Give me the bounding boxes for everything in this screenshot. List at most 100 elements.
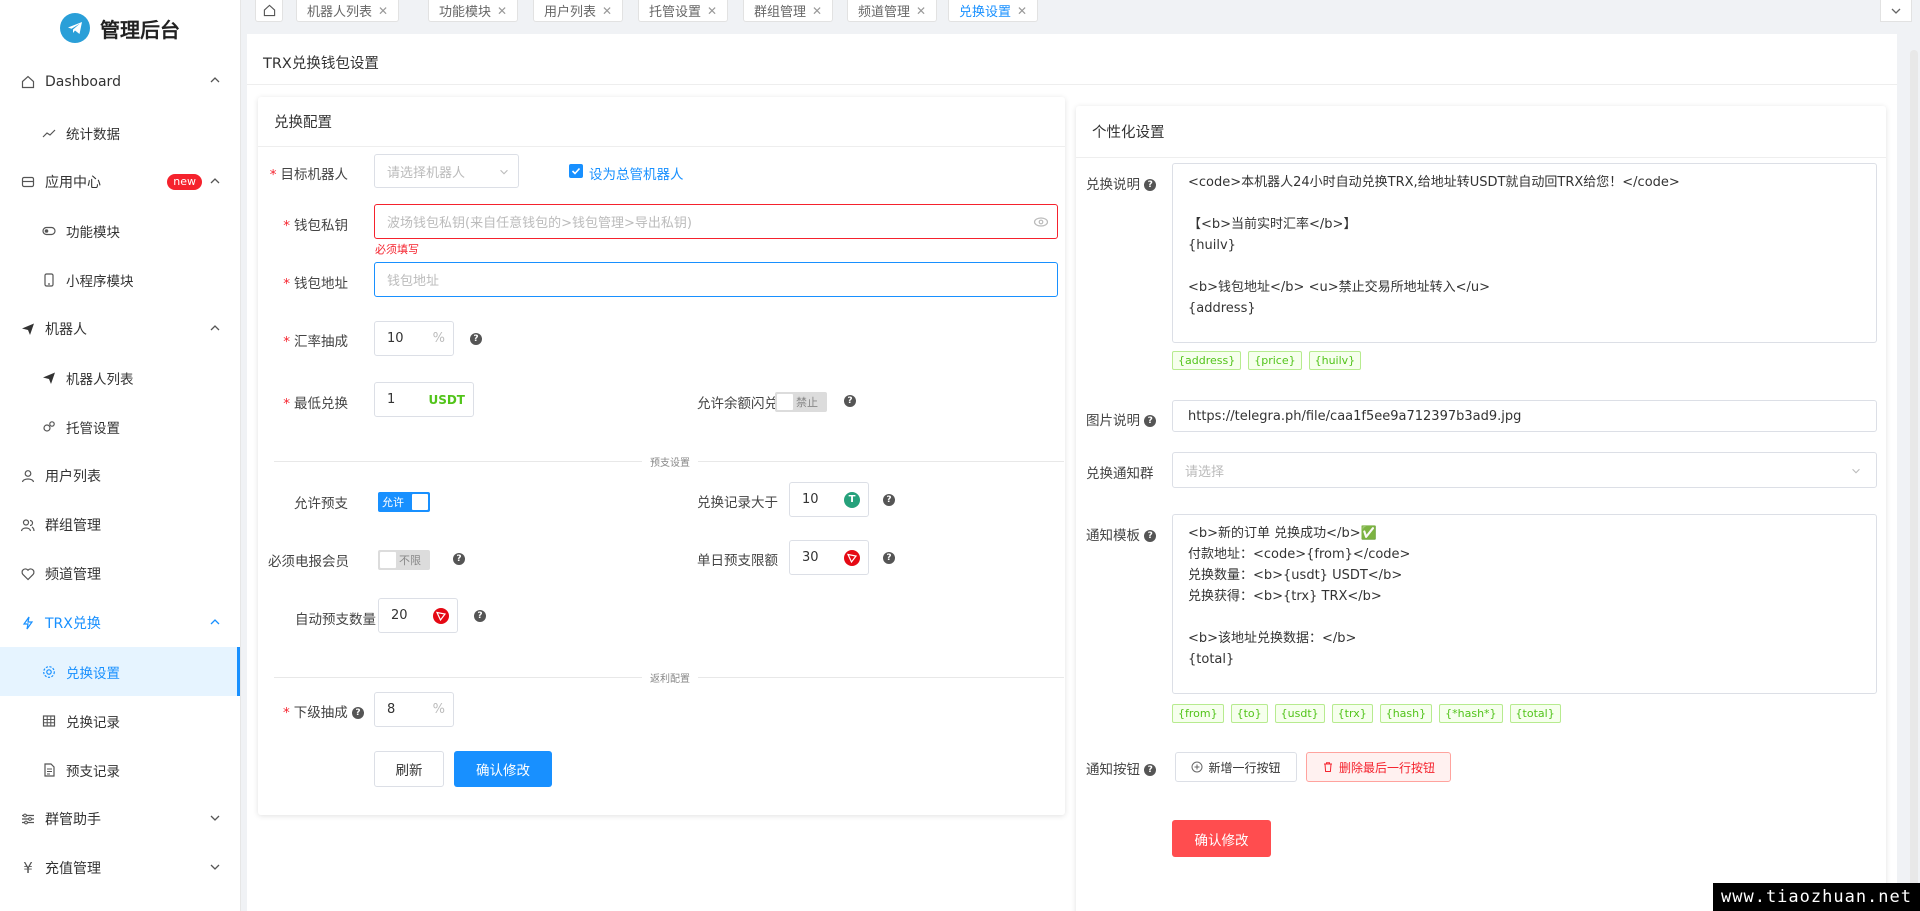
gears-icon xyxy=(41,419,57,435)
sidebar-item-stats[interactable]: 统计数据 xyxy=(0,108,240,157)
help-icon[interactable]: ? xyxy=(844,395,856,407)
variable-tag[interactable]: {hash} xyxy=(1379,704,1433,723)
records-gt-input[interactable]: 10 T xyxy=(789,482,869,517)
auto-advance-input[interactable]: 20 xyxy=(378,598,458,633)
sidebar-item-label: 功能模块 xyxy=(66,224,120,241)
desc-textarea[interactable]: <code>本机器人24小时自动兑换TRX,给地址转USDT就自动回TRX给您！… xyxy=(1172,163,1877,343)
tab-modules[interactable]: 功能模块 ✕ xyxy=(428,0,519,22)
tab-hosting[interactable]: 托管设置 ✕ xyxy=(638,0,729,22)
template-textarea[interactable]: <b>新的订单 兑换成功</b>✅ 付款地址：<code>{from}</cod… xyxy=(1172,514,1877,694)
tab-users[interactable]: 用户列表 ✕ xyxy=(533,0,624,22)
sidebar-item-dashboard[interactable]: Dashboard xyxy=(0,56,240,108)
premium-switch[interactable]: 不限 xyxy=(378,550,430,570)
sidebar-item-exchange-settings[interactable]: 兑换设置 xyxy=(0,647,240,696)
sidebar-item-recharge[interactable]: ¥ 充值管理 xyxy=(0,843,240,892)
close-icon[interactable]: ✕ xyxy=(378,4,388,18)
sidebar-item-bot-list[interactable]: 机器人列表 xyxy=(0,353,240,402)
sub-rate-input[interactable]: 8% xyxy=(374,692,454,727)
scrollbar[interactable] xyxy=(1910,50,1918,903)
tab-exchange-settings[interactable]: 兑换设置 ✕ xyxy=(948,0,1039,22)
chevron-down-icon xyxy=(1891,8,1901,14)
daily-limit-input[interactable]: 30 xyxy=(789,540,869,575)
refresh-button[interactable]: 刷新 xyxy=(374,751,444,787)
sidebar-item-users[interactable]: 用户列表 xyxy=(0,451,240,500)
chevron-down-icon xyxy=(210,815,220,821)
eye-icon[interactable] xyxy=(1033,214,1049,230)
sidebar-item-modules[interactable]: 功能模块 xyxy=(0,206,240,255)
document-icon xyxy=(41,762,57,778)
variable-tag[interactable]: {to} xyxy=(1230,704,1268,723)
variable-tag[interactable]: {price} xyxy=(1248,351,1302,370)
master-bot-label[interactable]: 设为总管机器人 xyxy=(589,163,684,183)
variable-tag[interactable]: {from} xyxy=(1172,704,1224,723)
delete-row-button[interactable]: 删除最后一行按钮 xyxy=(1306,752,1451,782)
address-input[interactable]: 钱包地址 xyxy=(374,262,1058,297)
private-key-input[interactable]: 波场钱包私钥(来自任意钱包的>钱包管理>导出私钥) xyxy=(374,204,1058,239)
notify-group-select[interactable]: 请选择 xyxy=(1172,452,1877,488)
sidebar-item-exchange-records[interactable]: 兑换记录 xyxy=(0,696,240,745)
help-icon[interactable]: ? xyxy=(1144,530,1157,542)
close-icon[interactable]: ✕ xyxy=(1017,4,1027,18)
template-tags: {from} {to} {usdt} {trx} {hash} {*hash*} {tota… xyxy=(1172,704,1568,723)
tab-bot-list[interactable]: 机器人列表 ✕ xyxy=(296,0,400,22)
logo[interactable]: 管理后台 xyxy=(0,0,240,56)
switch-knob xyxy=(412,494,428,510)
master-bot-checkbox[interactable] xyxy=(569,164,583,178)
auto-advance-label: 自动预支数量 xyxy=(295,612,376,628)
tabs-dropdown[interactable] xyxy=(1880,0,1912,22)
tab-channels[interactable]: 频道管理 ✕ xyxy=(847,0,938,22)
image-url-input[interactable]: https://telegra.ph/file/caa1f5ee9a712397… xyxy=(1172,400,1877,432)
variable-tag[interactable]: {*hash*} xyxy=(1439,704,1503,723)
exchange-config-card: 兑换配置 * 目标机器人 请选择机器人 设为总管机器人 * 钱包私钥 波场钱包私钥(… xyxy=(258,97,1065,815)
help-icon[interactable]: ? xyxy=(883,552,895,564)
confirm-button[interactable]: 确认修改 xyxy=(454,751,552,787)
min-exchange-input[interactable]: 1 USDT xyxy=(374,382,474,417)
tab-groups[interactable]: 群组管理 ✕ xyxy=(743,0,834,22)
send-icon xyxy=(20,321,36,337)
variable-tag[interactable]: {usdt} xyxy=(1274,704,1325,723)
desc-tags: {address} {price} {huilv} xyxy=(1172,351,1368,370)
sidebar-item-label: 小程序模块 xyxy=(66,273,134,290)
help-icon[interactable]: ? xyxy=(470,333,482,345)
help-icon[interactable]: ? xyxy=(474,610,486,622)
trash-icon xyxy=(1323,762,1332,772)
tab-home[interactable] xyxy=(255,0,283,22)
add-row-button[interactable]: 新增一行按钮 xyxy=(1175,752,1297,782)
sidebar-item-hosting[interactable]: 托管设置 xyxy=(0,402,240,451)
close-icon[interactable]: ✕ xyxy=(916,4,926,18)
tab-label: 用户列表 xyxy=(544,5,597,20)
sidebar-item-trx[interactable]: TRX兑换 xyxy=(0,598,240,647)
allow-advance-switch[interactable]: 允许 xyxy=(378,492,430,512)
variable-tag[interactable]: {address} xyxy=(1172,351,1242,370)
close-icon[interactable]: ✕ xyxy=(707,4,717,18)
help-icon[interactable]: ? xyxy=(352,707,364,719)
switch-knob xyxy=(777,394,793,410)
sidebar-item-group-assistant[interactable]: 群管助手 xyxy=(0,794,240,843)
sidebar-item-advance-records[interactable]: 预支记录 xyxy=(0,745,240,794)
sidebar-item-groups[interactable]: 群组管理 xyxy=(0,500,240,549)
page-container: TRX兑换钱包设置 兑换配置 * 目标机器人 请选择机器人 设为总管机器人 * 钱包… xyxy=(247,34,1897,911)
sidebar-item-channels[interactable]: 频道管理 xyxy=(0,549,240,598)
min-exchange-label: * 最低兑换 xyxy=(283,396,348,412)
help-icon[interactable]: ? xyxy=(1144,415,1157,427)
variable-tag[interactable]: {trx} xyxy=(1331,704,1373,723)
close-icon[interactable]: ✕ xyxy=(602,4,612,18)
help-icon[interactable]: ? xyxy=(883,494,895,506)
tab-label: 兑换设置 xyxy=(959,5,1012,20)
sidebar-item-label: 频道管理 xyxy=(45,566,101,583)
variable-tag[interactable]: {total} xyxy=(1509,704,1561,723)
target-bot-select[interactable]: 请选择机器人 xyxy=(374,154,519,188)
sidebar-item-app-center[interactable]: 应用中心 new xyxy=(0,157,240,206)
confirm-button[interactable]: 确认修改 xyxy=(1172,820,1271,857)
help-icon[interactable]: ? xyxy=(1144,764,1157,776)
sidebar-item-bots[interactable]: 机器人 xyxy=(0,304,240,353)
close-icon[interactable]: ✕ xyxy=(497,4,507,18)
variable-tag[interactable]: {huilv} xyxy=(1308,351,1362,370)
sidebar-item-miniapp[interactable]: 小程序模块 xyxy=(0,255,240,304)
help-icon[interactable]: ? xyxy=(453,553,465,565)
rate-input[interactable]: 10% xyxy=(374,321,454,356)
image-label: 图片说明 ? xyxy=(1086,409,1157,429)
flash-exchange-switch[interactable]: 禁止 xyxy=(775,392,827,412)
close-icon[interactable]: ✕ xyxy=(812,4,822,18)
help-icon[interactable]: ? xyxy=(1144,179,1157,191)
